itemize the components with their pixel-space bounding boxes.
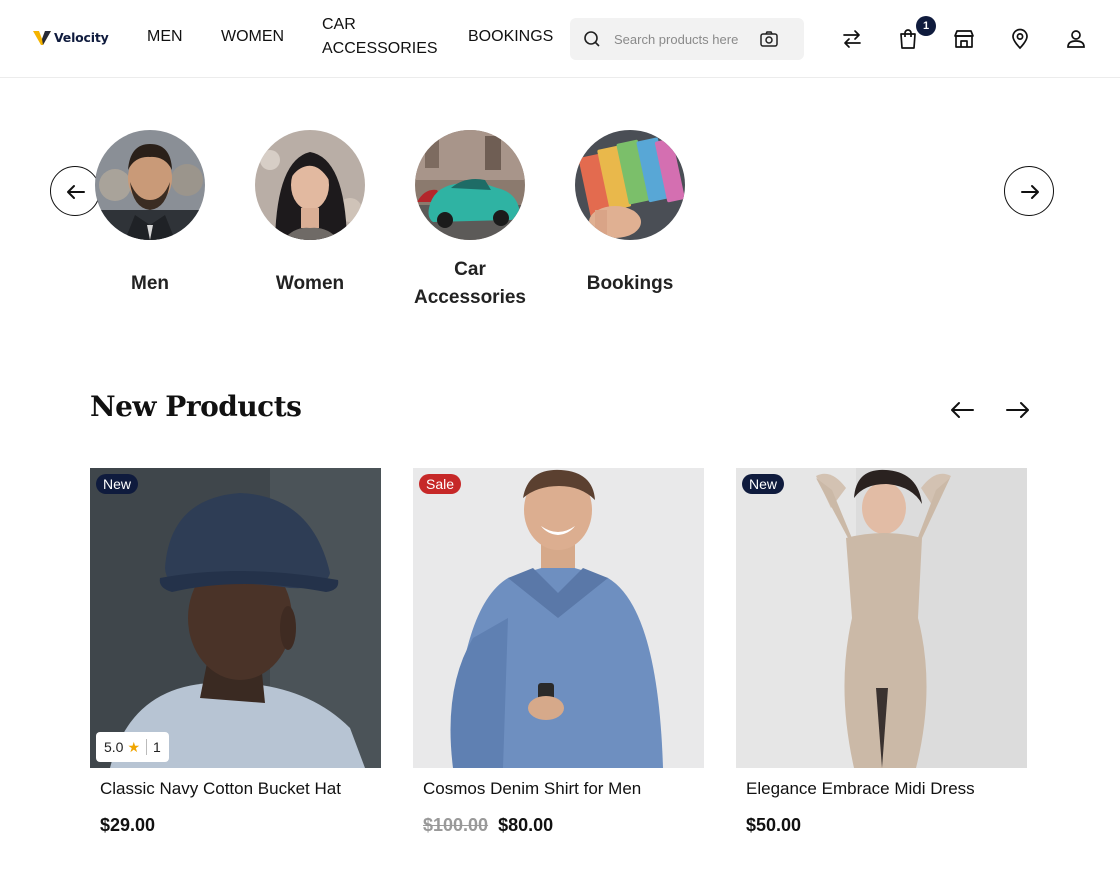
product-price-row: $50.00 [746, 815, 801, 836]
user-icon[interactable] [1064, 27, 1088, 51]
logo[interactable]: Velocity [32, 27, 109, 47]
product-name[interactable]: Cosmos Denim Shirt for Men [423, 779, 641, 799]
product-old-price: $100.00 [423, 815, 489, 835]
new-badge: New [742, 474, 785, 494]
product-name[interactable]: Elegance Embrace Midi Dress [746, 779, 975, 799]
rating-value: 5.0 [104, 739, 124, 755]
category-men[interactable]: Men [80, 130, 220, 298]
product-price: $50.00 [746, 815, 802, 835]
product-name[interactable]: Classic Navy Cotton Bucket Hat [100, 779, 341, 799]
product-price-row: $29.00 [100, 815, 155, 836]
nav-item-bookings[interactable]: BOOKINGS [468, 25, 553, 49]
category-bookings-image [575, 130, 685, 240]
product-card[interactable]: New Elegance Embrace Midi Dress $50.00 [736, 468, 1027, 848]
review-count: 1 [153, 739, 161, 755]
logo-mark-icon [33, 31, 51, 45]
search-icon[interactable] [583, 30, 601, 48]
nav-item-men[interactable]: MEN [147, 25, 183, 49]
product-card[interactable]: New 5.0 ★ 1 Classic Navy Cotton Bucket H… [90, 468, 381, 848]
rating-badge: 5.0 ★ 1 [96, 732, 169, 762]
category-car-accessories[interactable]: Car Accessories [400, 130, 540, 312]
rating-divider [146, 739, 148, 755]
logo-text: Velocity [54, 29, 109, 45]
store-icon[interactable] [952, 27, 976, 51]
category-men-image [95, 130, 205, 240]
category-car-accessories-label: Car Accessories [414, 259, 526, 308]
product-image[interactable] [413, 468, 704, 768]
site-header: Velocity MEN WOMEN CAR ACCESSORIES BOOKI… [0, 0, 1120, 78]
compare-arrows-icon[interactable] [840, 27, 864, 51]
product-card[interactable]: Sale Cosmos Denim Shirt for Men $100.00 … [413, 468, 704, 848]
location-pin-icon[interactable] [1008, 27, 1032, 51]
product-price: $80.00 [498, 815, 554, 835]
product-image[interactable] [90, 468, 381, 768]
category-women-image [255, 130, 365, 240]
cart-count-badge: 1 [916, 16, 936, 36]
category-next-button[interactable] [1004, 166, 1054, 216]
category-women[interactable]: Women [240, 130, 380, 298]
search-bar [570, 18, 804, 60]
nav-item-women[interactable]: WOMEN [221, 25, 284, 49]
category-women-label: Women [275, 273, 345, 294]
camera-search-icon[interactable] [759, 29, 779, 49]
category-men-label: Men [131, 273, 169, 294]
search-input[interactable] [614, 27, 752, 51]
product-price: $29.00 [100, 815, 156, 835]
new-products-title: New Products [90, 390, 302, 423]
product-price-row: $100.00 $80.00 [423, 815, 553, 836]
products-prev-arrow-icon[interactable] [949, 398, 975, 422]
star-icon: ★ [127, 738, 141, 755]
category-bookings[interactable]: Bookings [560, 130, 700, 298]
sale-badge: Sale [419, 474, 462, 494]
category-bookings-label: Bookings [586, 273, 674, 294]
arrow-right-icon [1021, 185, 1039, 199]
nav-item-car-accessories[interactable]: CAR ACCESSORIES [322, 13, 442, 61]
new-badge: New [96, 474, 139, 494]
products-next-arrow-icon[interactable] [1005, 398, 1031, 422]
product-image[interactable] [736, 468, 1027, 768]
category-car-accessories-image [415, 130, 525, 240]
